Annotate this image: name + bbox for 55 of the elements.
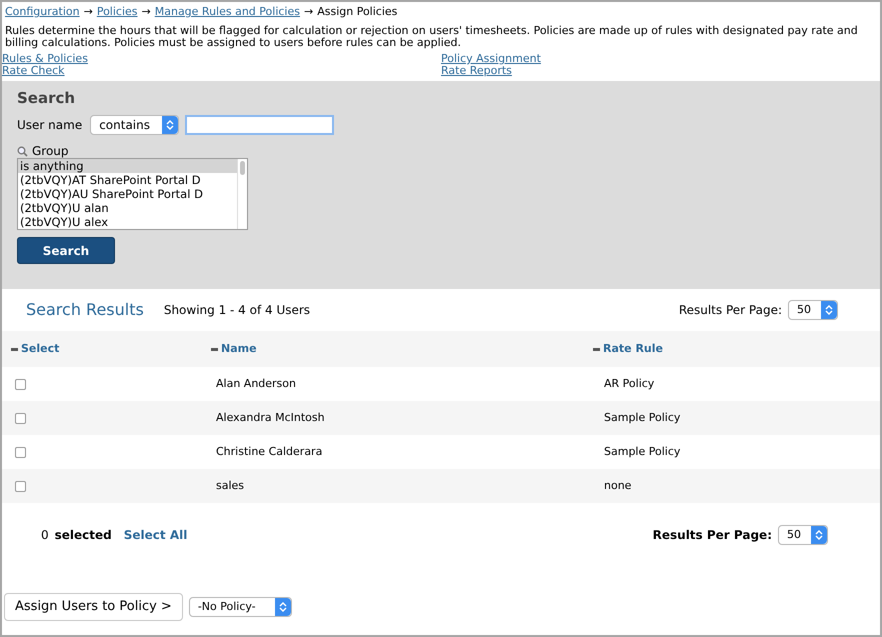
list-option[interactable]: is anything — [18, 159, 237, 173]
table-cell-text: Sample Policy — [604, 410, 680, 426]
row-checkbox[interactable] — [15, 412, 26, 424]
breadcrumb-separator: → — [304, 5, 314, 19]
search-icon — [17, 146, 28, 157]
nav-link[interactable]: Rate Check — [2, 65, 65, 77]
breadcrumb-current: Assign Policies — [317, 5, 398, 19]
row-checkbox[interactable] — [15, 480, 26, 492]
table-cell-text: Alan Anderson — [216, 376, 297, 392]
collapse-icon — [211, 348, 218, 350]
scrollbar[interactable] — [237, 159, 247, 229]
breadcrumb-link[interactable]: Policies — [96, 5, 138, 19]
match-select[interactable]: contains — [90, 115, 180, 135]
select-all-link[interactable]: Select All — [124, 526, 188, 544]
breadcrumb-separator: → — [142, 5, 151, 19]
per-page-label: Results Per Page: — [678, 302, 782, 319]
nav-link[interactable]: Policy Assignment — [441, 53, 541, 65]
list-option[interactable]: (2tbVQY)U alex — [18, 215, 237, 229]
selected-count: 0 — [41, 527, 49, 544]
column-header[interactable]: Rate Rule — [593, 340, 663, 358]
nav-link[interactable]: Rules & Policies — [2, 53, 88, 65]
results-title: Search Results — [26, 299, 144, 321]
search-button[interactable]: Search — [17, 237, 115, 264]
results-count: Showing 1 - 4 of 4 Users — [164, 302, 310, 319]
table-cell-text: Sample Policy — [604, 444, 680, 460]
field-label: Group — [32, 145, 69, 158]
list-option[interactable]: (2tbVQY)AT SharePoint Portal D — [18, 173, 237, 187]
table-cell-text: none — [604, 478, 632, 494]
table-cell-text: Christine Calderara — [216, 444, 324, 460]
assign-users-button[interactable]: Assign Users to Policy > — [4, 593, 183, 621]
row-checkbox[interactable] — [15, 378, 26, 390]
column-header[interactable]: Select — [2, 340, 207, 358]
field-label: User name — [17, 117, 82, 134]
breadcrumb-separator: → — [84, 5, 93, 19]
per-page-select[interactable]: 50 — [788, 300, 838, 320]
collapse-icon — [593, 348, 600, 350]
table-cell-text: Alexandra McIntosh — [216, 410, 326, 426]
breadcrumb-link[interactable]: Manage Rules and Policies — [154, 5, 300, 19]
list-option[interactable]: (2tbVQY)U alan — [18, 201, 237, 215]
breadcrumb-link[interactable]: Configuration — [5, 5, 80, 19]
group-listbox[interactable]: is anything (2tbVQY)AT SharePoint Portal D (2tbVQY)AU SharePoint Portal D (2tbVQY)U alan (2tbVQY)U alex — [17, 158, 248, 230]
nav-link[interactable]: Rate Reports — [441, 65, 512, 77]
description-text: Rules determine the hours that will be flagged for calculation or rejection on users' timesheets. Policies are made up of rules with designated pay rate and billing calculations. Policies must be assigned to users before rules can be applied. — [4, 25, 859, 49]
list-option[interactable]: (2tbVQY)AU SharePoint Portal D — [18, 187, 237, 201]
per-page-label: Results Per Page: — [652, 527, 772, 544]
collapse-icon — [11, 348, 18, 350]
table-cell-text: sales — [216, 478, 246, 494]
per-page-select[interactable]: 50 — [778, 525, 828, 545]
search-title: Search — [17, 89, 76, 107]
policy-select[interactable]: -No Policy- — [188, 597, 292, 617]
user-name-input[interactable] — [185, 115, 334, 135]
table-cell-text: AR Policy — [604, 376, 654, 392]
column-header[interactable]: Name — [207, 340, 593, 358]
row-checkbox[interactable] — [15, 446, 26, 458]
selected-label: selected — [54, 527, 112, 544]
